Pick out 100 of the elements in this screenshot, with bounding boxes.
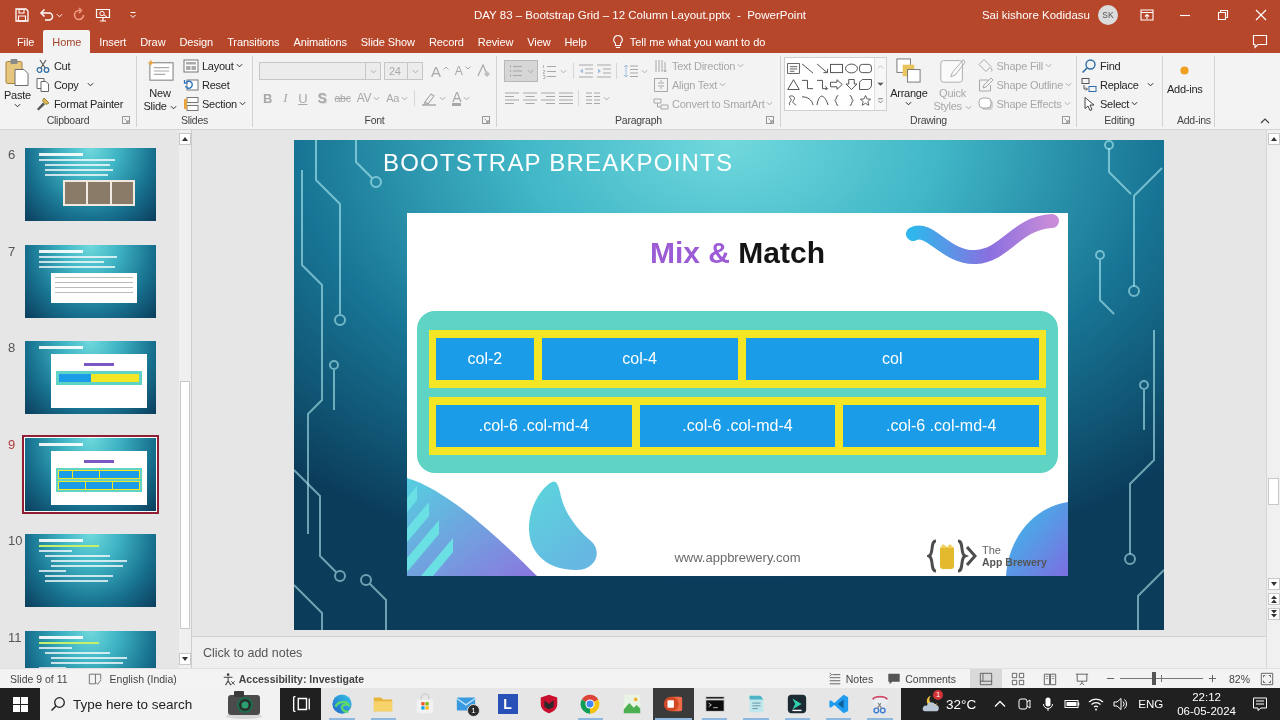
temperature-text[interactable]: 32°C xyxy=(946,696,977,712)
taskbar-app-button[interactable] xyxy=(693,688,736,720)
paste-button[interactable]: Paste xyxy=(3,56,32,113)
ribbon-tab[interactable]: Draw xyxy=(133,30,173,53)
scribble-icon[interactable] xyxy=(786,94,800,106)
reset-button[interactable]: Reset xyxy=(182,75,247,94)
comment-icon[interactable] xyxy=(1252,33,1268,49)
slide-heading: Mix & Match xyxy=(649,235,825,271)
star-icon[interactable] xyxy=(859,94,873,106)
fit-to-window-icon[interactable] xyxy=(1260,671,1274,686)
ribbon-tab[interactable]: Design xyxy=(172,30,221,53)
ribbon-tab[interactable]: Record xyxy=(421,30,471,53)
close-icon[interactable] xyxy=(1253,7,1269,23)
shapes-gallery[interactable] xyxy=(784,57,888,111)
presentation-icon[interactable] xyxy=(95,7,111,23)
taskbar-app-button[interactable]: 1 xyxy=(445,688,487,720)
scrollbar[interactable] xyxy=(1266,130,1280,668)
dialog-launcher-icon[interactable] xyxy=(482,116,490,124)
spell-check-icon[interactable] xyxy=(87,671,102,686)
triangle-icon[interactable] xyxy=(786,78,800,90)
clock-date[interactable]: 06-05-2024 xyxy=(1177,704,1236,718)
ribbon-tab[interactable]: Help xyxy=(557,30,594,53)
ribbon-tab[interactable]: Animations xyxy=(286,30,354,53)
scrollbar-thumb[interactable] xyxy=(180,381,190,629)
braces-logo-icon xyxy=(927,539,977,573)
taskbar-app-button[interactable] xyxy=(652,688,694,720)
section-button[interactable]: Section xyxy=(182,94,247,113)
elbow-connector-icon[interactable] xyxy=(801,78,815,90)
user-avatar[interactable]: SK xyxy=(1098,5,1118,25)
scrollbar[interactable] xyxy=(179,130,191,668)
ribbon-tab[interactable]: File xyxy=(10,30,42,53)
zoom-level[interactable]: 82% xyxy=(1229,672,1250,685)
logo-text: The xyxy=(982,544,1001,556)
tell-me-field[interactable]: Tell me what you want to do xyxy=(629,32,780,52)
replace-button[interactable]: Replace xyxy=(1080,75,1155,94)
curved-shape-icon[interactable] xyxy=(859,78,873,90)
comments-button[interactable]: Comments xyxy=(887,671,956,686)
notification-icon[interactable] xyxy=(1250,696,1270,712)
dialog-launcher-icon[interactable] xyxy=(122,116,130,124)
customize-icon[interactable] xyxy=(129,11,137,19)
slide-number: 10 xyxy=(7,533,24,548)
find-button[interactable]: Find xyxy=(1080,56,1155,75)
copy-button[interactable]: Copy xyxy=(33,75,125,94)
scrollbar-thumb[interactable] xyxy=(1268,478,1279,505)
scroll-up-icon[interactable] xyxy=(1267,133,1280,145)
ribbon-tab[interactable]: Insert xyxy=(92,30,134,53)
accessibility-icon[interactable] xyxy=(221,671,236,686)
caret-icon xyxy=(964,104,972,110)
new-slide-button[interactable]: New Slide xyxy=(140,56,180,113)
grid-column-block: col xyxy=(745,338,1039,380)
ribbon-tab[interactable]: Transitions xyxy=(220,30,287,53)
collapse-ribbon-icon[interactable] xyxy=(1260,118,1270,124)
ribbon-tab[interactable]: Home xyxy=(43,30,91,53)
taskbar-app-button[interactable]: L xyxy=(486,688,529,720)
elbow-arrow-icon[interactable] xyxy=(815,78,829,90)
text-direction-icon xyxy=(653,57,669,74)
view-button[interactable] xyxy=(970,669,1002,688)
slide-number: 8 xyxy=(7,340,17,355)
format-painter-button[interactable]: Format Painter xyxy=(33,94,125,113)
down-arrow-icon[interactable] xyxy=(844,78,858,90)
layout-button[interactable]: Layout xyxy=(182,56,247,75)
zoom-in-icon[interactable] xyxy=(1208,674,1217,683)
slide-counter[interactable]: Slide 9 of 11 xyxy=(10,672,68,685)
ribbon-tab[interactable]: View xyxy=(520,30,558,53)
language-indicator[interactable]: English (India) xyxy=(109,672,177,685)
select-button[interactable]: Select xyxy=(1080,94,1155,113)
cut-button[interactable]: Cut xyxy=(33,56,125,75)
save-icon[interactable] xyxy=(14,7,30,23)
input-language[interactable]: ENG xyxy=(1138,698,1164,710)
rounded-rectangle-icon[interactable] xyxy=(859,62,873,74)
notes-field[interactable]: Click to add notes xyxy=(192,636,1266,668)
right-arrow-icon[interactable] xyxy=(830,78,844,90)
restore-icon[interactable] xyxy=(1215,7,1231,23)
previous-slide-icon[interactable] xyxy=(1267,593,1280,605)
dialog-launcher-icon[interactable] xyxy=(1062,116,1070,124)
slider-thumb[interactable] xyxy=(1152,672,1156,685)
ribbon-tab[interactable]: Slide Show xyxy=(353,30,422,53)
ribbon-tab[interactable]: Review xyxy=(470,30,521,53)
oval-icon[interactable] xyxy=(844,62,858,74)
rectangle-icon[interactable] xyxy=(830,62,844,74)
arrange-button[interactable]: Arrange xyxy=(889,56,929,113)
accessibility-status[interactable]: Accessibility: Investigate xyxy=(238,672,365,685)
dialog-launcher-icon[interactable] xyxy=(766,116,774,124)
scroll-up-icon[interactable] xyxy=(179,133,191,145)
caret-icon xyxy=(905,101,913,106)
text-box-icon[interactable] xyxy=(786,62,800,74)
bulleted-list-icon xyxy=(508,63,524,79)
scroll-down-icon[interactable] xyxy=(877,81,885,87)
line-icon[interactable] xyxy=(801,62,815,74)
ribbon-display-icon[interactable] xyxy=(1139,7,1155,23)
next-slide-icon[interactable] xyxy=(1267,608,1280,620)
undo-icon[interactable] xyxy=(38,7,54,23)
arc-icon[interactable] xyxy=(801,94,815,106)
notes-button[interactable]: Notes xyxy=(827,671,874,686)
add-ins-button[interactable]: Add-ins xyxy=(1166,56,1204,113)
layout-icon xyxy=(183,57,199,74)
arrow-icon[interactable] xyxy=(815,62,829,74)
clock-time[interactable]: 22:12 xyxy=(1192,690,1221,704)
curve-icon[interactable] xyxy=(815,94,829,106)
code-editor-icon xyxy=(827,693,850,715)
